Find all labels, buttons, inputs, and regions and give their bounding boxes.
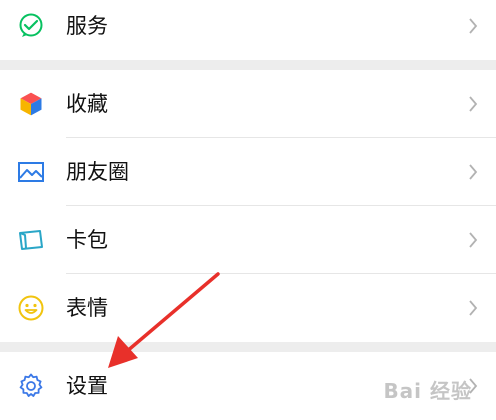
menu-item-card-pack[interactable]: 卡包 xyxy=(0,206,496,274)
gear-icon xyxy=(19,373,43,397)
cube-icon xyxy=(19,91,43,117)
favorites-label: 收藏 xyxy=(66,92,108,116)
main-group: 收藏 朋友圈 卡包 表情 xyxy=(0,70,496,342)
wechat-pay-icon xyxy=(19,13,43,37)
moments-label: 朋友圈 xyxy=(66,160,129,184)
menu-item-favorites[interactable]: 收藏 xyxy=(0,70,496,138)
smiley-icon xyxy=(18,295,44,321)
chevron-right-icon xyxy=(469,164,478,180)
photo-icon xyxy=(18,162,44,182)
settings-label: 设置 xyxy=(66,374,108,398)
menu-item-moments[interactable]: 朋友圈 xyxy=(0,138,496,206)
stickers-label: 表情 xyxy=(66,296,108,320)
card-pack-label: 卡包 xyxy=(66,228,108,252)
menu-item-stickers[interactable]: 表情 xyxy=(0,274,496,342)
watermark: Bai 经验 xyxy=(383,379,472,403)
card-icon xyxy=(19,230,43,250)
chevron-right-icon xyxy=(469,18,478,34)
chevron-right-icon xyxy=(469,96,478,112)
chevron-right-icon xyxy=(469,300,478,316)
services-group: 服务 xyxy=(0,0,496,60)
services-label: 服务 xyxy=(66,14,108,38)
chevron-right-icon xyxy=(469,232,478,248)
menu-item-services[interactable]: 服务 xyxy=(0,0,496,60)
